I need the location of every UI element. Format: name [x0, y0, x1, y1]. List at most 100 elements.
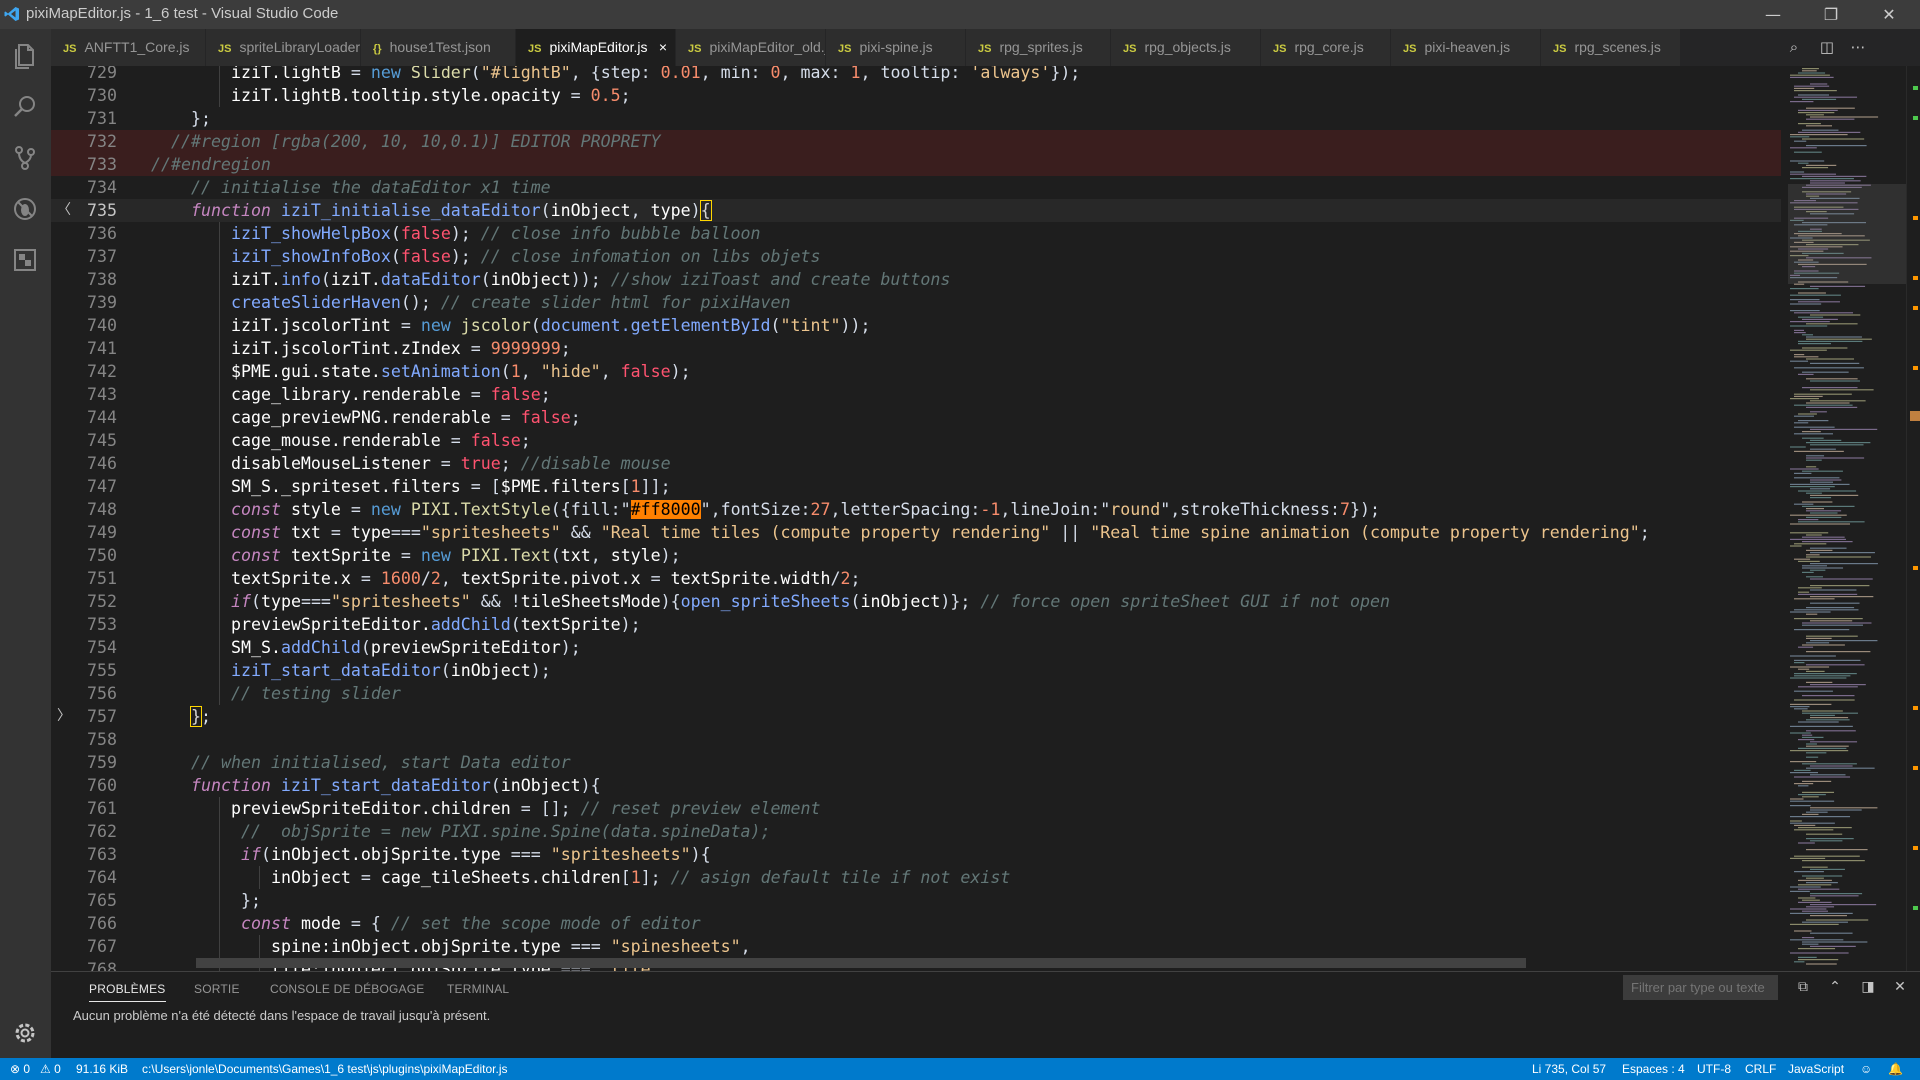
code-line[interactable]: 737 iziT_showInfoBox(false); // close inf… [51, 245, 1781, 268]
code-line[interactable]: 750 const textSprite = new PIXI.Text(txt,… [51, 544, 1781, 567]
source-control-icon[interactable] [11, 144, 39, 172]
code-token: inObject [490, 270, 571, 289]
scrollbar-thumb[interactable] [1910, 411, 1920, 421]
settings-gear-icon[interactable] [12, 1020, 38, 1046]
warnings-count[interactable]: ⚠ 0 [40, 1058, 61, 1080]
explorer-icon[interactable] [11, 41, 39, 69]
horizontal-scrollbar[interactable] [196, 958, 1526, 968]
cursor-position[interactable]: Li 735, Col 57 [1532, 1058, 1606, 1080]
minimap-line [1798, 884, 1832, 886]
minimap[interactable] [1788, 66, 1906, 971]
tab-piximapeditor-js[interactable]: JS pixiMapEditor.js × [516, 29, 676, 66]
code-line[interactable]: 732 //#region [rgba(200, 10, 10,0.1)] ED… [51, 130, 1781, 153]
close-tab-icon[interactable]: × [659, 29, 667, 66]
code-line[interactable]: 767 spine:inObject.objSprite.type === "sp… [51, 935, 1781, 958]
tab-anftt1-core-js[interactable]: JS ANFTT1_Core.js [51, 29, 206, 66]
code-line[interactable]: 758 [51, 728, 1781, 751]
more-actions-icon[interactable]: ⋯ [1848, 37, 1868, 57]
code-line[interactable]: 〈 735 function iziT_initialise_dataEditor(… [51, 199, 1781, 222]
open-preview-icon[interactable]: ⌕ [1784, 37, 1804, 57]
code-line[interactable]: 761 previewSpriteEditor.children = []; //… [51, 797, 1781, 820]
code-line[interactable]: 754 SM_S.addChild(previewSpriteEditor); [51, 636, 1781, 659]
code-line[interactable]: 755 iziT_start_dataEditor(inObject); [51, 659, 1781, 682]
problems-filter-input[interactable] [1623, 975, 1778, 1000]
code-line[interactable]: 734 // initialise the dataEditor x1 time [51, 176, 1781, 199]
code-line[interactable]: 748 const style = new PIXI.TextStyle({fil… [51, 498, 1781, 521]
code-line[interactable]: 759 // when initialised, start Data edito… [51, 751, 1781, 774]
close-window-button[interactable]: ✕ [1860, 0, 1918, 29]
tab-piximapeditor-old-js[interactable]: JS pixiMapEditor_old.js [676, 29, 826, 66]
code-line[interactable]: 751 textSprite.x = 1600/2, textSprite.piv… [51, 567, 1781, 590]
code-line[interactable]: 741 iziT.jscolorTint.zIndex = 9999999; [51, 337, 1781, 360]
tab-problems[interactable]: PROBLÈMES [89, 982, 166, 1002]
line-number: 751 [87, 569, 117, 588]
code-line[interactable]: 745 cage_mouse.renderable = false; [51, 429, 1781, 452]
code-line[interactable]: 766 const mode = { // set the scope mode… [51, 912, 1781, 935]
code-line[interactable]: 〉 757}; [51, 705, 1781, 728]
code-line[interactable]: 756 // testing slider [51, 682, 1781, 705]
restore-button[interactable]: ❐ [1802, 0, 1860, 29]
code-token: ( [510, 615, 521, 634]
minimap-line [1810, 494, 1859, 496]
code-line[interactable]: 752 if(type==="spritesheets" && !tileShee… [51, 590, 1781, 613]
extensions-icon[interactable] [11, 246, 39, 274]
code-line[interactable]: 746 disableMouseListener = true; //disabl… [51, 452, 1781, 475]
code-line[interactable]: 763 if(inObject.objSprite.type === "spri… [51, 843, 1781, 866]
errors-count[interactable]: ⊗ 0 [10, 1058, 30, 1080]
minimap-viewport[interactable] [1788, 184, 1906, 284]
minimap-line [1802, 943, 1819, 945]
code-token: ( [550, 546, 561, 565]
code-line[interactable]: 744 cage_previewPNG.renderable = false; [51, 406, 1781, 429]
tab-rpg-scenes-js[interactable]: JS rpg_scenes.js [1541, 29, 1681, 66]
minimap-line [1794, 776, 1851, 778]
tab-rpg-core-js[interactable]: JS rpg_core.js [1261, 29, 1391, 66]
split-editor-icon[interactable]: ◫ [1817, 37, 1837, 57]
code-line[interactable]: 731}; [51, 107, 1781, 130]
tab-debug-console[interactable]: CONSOLE DE DÉBOGAGE [270, 982, 425, 996]
code-line[interactable]: 764 inObject = cage_tileSheets.children[1… [51, 866, 1781, 889]
maximize-panel-icon[interactable]: ⌃ [1826, 978, 1844, 996]
feedback-smiley-icon[interactable]: ☺ [1860, 1058, 1872, 1080]
tab-spritelibraryloader-js[interactable]: JS spriteLibraryLoader.js [206, 29, 361, 66]
code-line[interactable]: 749 const txt = type==="spritesheets" && … [51, 521, 1781, 544]
code-line[interactable]: 738 iziT.info(iziT.dataEditor(inObject));… [51, 268, 1781, 291]
tab-pixi-spine-js[interactable]: JS pixi-spine.js [826, 29, 966, 66]
tab-terminal[interactable]: TERMINAL [447, 982, 509, 996]
tab-rpg-objects-js[interactable]: JS rpg_objects.js [1111, 29, 1261, 66]
vertical-scrollbar[interactable] [1906, 66, 1920, 971]
tab-rpg-sprites-js[interactable]: JS rpg_sprites.js [966, 29, 1111, 66]
tab-output[interactable]: SORTIE [194, 982, 240, 996]
code-line[interactable]: 729 iziT.lightB = new Slider("#lightB", {… [51, 66, 1781, 84]
status-bar: ⊗ 0 ⚠ 0 91.16 KiB c:\Users\jonle\Documen… [0, 1058, 1920, 1080]
code-token: info [280, 270, 321, 289]
language-mode[interactable]: JavaScript [1788, 1058, 1844, 1080]
code-line[interactable]: 730 iziT.lightB.tooltip.style.opacity = 0… [51, 84, 1781, 107]
encoding[interactable]: UTF-8 [1697, 1058, 1731, 1080]
notifications-bell-icon[interactable]: 🔔 [1888, 1058, 1903, 1080]
collapse-all-icon[interactable]: ⧉ [1794, 978, 1812, 996]
minimap-line [1794, 930, 1812, 932]
code-line[interactable]: 765 }; [51, 889, 1781, 912]
code-line[interactable]: 743 cage_library.renderable = false; [51, 383, 1781, 406]
search-icon[interactable] [11, 93, 39, 121]
line-ending[interactable]: CRLF [1745, 1058, 1776, 1080]
code-token: // testing slider [231, 684, 401, 703]
tab-pixi-heaven-js[interactable]: JS pixi-heaven.js [1391, 29, 1541, 66]
code-line[interactable]: 753 previewSpriteEditor.addChild(textSpri… [51, 613, 1781, 636]
code-line[interactable]: 760 function iziT_start_dataEditor(inObje… [51, 774, 1781, 797]
code-line[interactable]: 740 iziT.jscolorTint = new jscolor(docume… [51, 314, 1781, 337]
minimize-button[interactable]: — [1744, 0, 1802, 29]
code-line[interactable]: 747 SM_S._spriteset.filters = [$PME.filte… [51, 475, 1781, 498]
minimap-line [1798, 123, 1821, 125]
debug-icon[interactable] [11, 195, 39, 223]
code-line[interactable]: 736 iziT_showHelpBox(false); // close inf… [51, 222, 1781, 245]
tab-house1test-json[interactable]: {} house1Test.json [361, 29, 516, 66]
code-line[interactable]: 733 //#endregion [51, 153, 1781, 176]
code-line[interactable]: 742 $PME.gui.state.setAnimation(1, "hide"… [51, 360, 1781, 383]
close-panel-icon[interactable]: ✕ [1891, 978, 1909, 996]
code-line[interactable]: 739 createSliderHaven(); // create slider… [51, 291, 1781, 314]
toggle-panel-position-icon[interactable]: ◨ [1859, 978, 1877, 996]
indentation[interactable]: Espaces : 4 [1622, 1058, 1685, 1080]
code-editor[interactable]: 729 iziT.lightB = new Slider("#lightB", {… [51, 66, 1920, 971]
code-line[interactable]: 762 // objSprite = new PIXI.spine.Spine(… [51, 820, 1781, 843]
